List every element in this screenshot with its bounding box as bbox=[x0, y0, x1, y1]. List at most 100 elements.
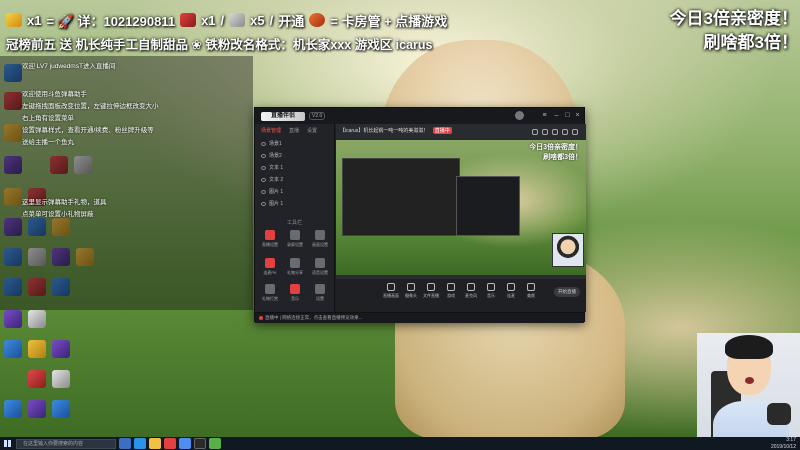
douyu-icon[interactable] bbox=[164, 438, 176, 449]
app-statusbar: 直播中 | 网络连接正常，点击查看直播预览效果... bbox=[255, 312, 584, 323]
scene-label: 文本 2 bbox=[269, 177, 284, 183]
status-dot-icon bbox=[259, 316, 263, 320]
scene-item[interactable]: 图片 1 bbox=[261, 200, 283, 207]
start-button[interactable] bbox=[0, 437, 14, 450]
chat-message: 左键拖拽面板改变位置，左键拉伸边框改变大小 bbox=[22, 103, 159, 110]
gift-count: x5 bbox=[250, 12, 265, 28]
webcam-person-hair bbox=[725, 335, 773, 359]
desktop-icon[interactable] bbox=[28, 370, 46, 388]
scene-item[interactable]: 场景1 bbox=[261, 140, 282, 147]
desktop-icon[interactable] bbox=[4, 400, 22, 418]
stream-app-icon[interactable] bbox=[194, 438, 206, 449]
avatar[interactable] bbox=[515, 111, 524, 120]
btn-file[interactable]: 文件直播 bbox=[422, 283, 440, 299]
banner-text: = 🚀 详：1021290811 bbox=[46, 13, 176, 29]
promo-text: 刷啥都3倍！ bbox=[703, 33, 798, 52]
edge-icon[interactable] bbox=[134, 438, 146, 449]
desktop-icon[interactable] bbox=[28, 310, 46, 328]
live-status-badge: 直播中 bbox=[432, 127, 452, 134]
scene-item[interactable]: 文本 2 bbox=[261, 176, 283, 183]
tool-record-settings[interactable]: 录屏设置 bbox=[282, 230, 308, 248]
desktop-icon[interactable] bbox=[52, 370, 70, 388]
promo-text: 今日3倍亲密度！ bbox=[669, 9, 798, 28]
tool-gift-reward[interactable]: 礼物打赏 bbox=[257, 284, 283, 302]
desktop-icon[interactable] bbox=[4, 310, 22, 328]
scene-item[interactable]: 场景2 bbox=[261, 152, 282, 159]
windows-icon bbox=[3, 440, 11, 447]
stream-assistant-window[interactable]: 直播伴侣 V2.0 ≡ – □ × 场景管理 直播 设置 场景1 场景2 文本 … bbox=[254, 107, 586, 323]
start-live-button[interactable]: 开始直播 bbox=[554, 287, 580, 297]
btn-screen[interactable]: 直播画面 bbox=[382, 283, 400, 299]
eye-icon[interactable] bbox=[261, 141, 266, 146]
maximize-icon[interactable]: □ bbox=[564, 112, 571, 119]
tool-display-settings[interactable]: 画面设置 bbox=[307, 230, 333, 248]
gift-banner: x1 = 🚀 详：1021290811 x1 / x5 / 开通 = 卡房管 +… bbox=[6, 8, 447, 32]
scene-item[interactable]: 文本 1 bbox=[261, 164, 283, 171]
desktop-icon[interactable] bbox=[52, 310, 70, 328]
badge-icon bbox=[309, 13, 326, 27]
btn-music[interactable]: 音乐 bbox=[482, 283, 500, 299]
tool-music[interactable]: 音乐 bbox=[282, 284, 308, 302]
webcam-headset bbox=[767, 403, 791, 425]
tab-live[interactable]: 直播 bbox=[289, 127, 299, 134]
desktop-icon[interactable] bbox=[4, 340, 22, 358]
app-icon[interactable] bbox=[209, 438, 221, 449]
copy-icon[interactable] bbox=[552, 129, 558, 135]
preview-area: 【icarus】机长起锅一吨一吨的美滋滋！ 直播中 今日3倍亲密度！ 刷啥都3倍… bbox=[336, 124, 586, 312]
share-icon bbox=[290, 258, 300, 268]
eye-icon[interactable] bbox=[261, 177, 266, 182]
desktop-icon[interactable] bbox=[28, 340, 46, 358]
danmaku-chat-panel[interactable]: 欢迎 LV7 judwedmsT进入直播间 欢迎使用斗鱼弹幕助手 左键拖拽面板改… bbox=[0, 56, 253, 310]
desktop-icon[interactable] bbox=[4, 370, 22, 388]
clock-date: 2019/10/12 bbox=[770, 443, 796, 450]
btn-mic[interactable]: 麦克风 bbox=[462, 283, 480, 299]
eye-icon[interactable] bbox=[261, 189, 266, 194]
stream-preview[interactable]: 今日3倍亲密度！ 刷啥都3倍！ bbox=[336, 140, 586, 275]
scene-item[interactable]: 图片 1 bbox=[261, 188, 283, 195]
separator: / bbox=[269, 12, 274, 28]
scene-label: 文本 1 bbox=[269, 165, 284, 171]
desktop-icon[interactable] bbox=[52, 400, 70, 418]
tool-gift-share[interactable]: 礼物分享 bbox=[282, 258, 308, 276]
eye-icon[interactable] bbox=[261, 165, 266, 170]
share-icon[interactable] bbox=[532, 129, 538, 135]
clock[interactable]: 3:17 2019/10/12 bbox=[771, 437, 796, 450]
banner-text: = 卡房管 + 点播游戏 bbox=[330, 13, 448, 29]
close-icon[interactable]: × bbox=[574, 112, 581, 119]
source-toolbar: 直播画面 摄像头 文件直播 游戏 麦克风 音乐 连麦 美颜 开始直播 bbox=[336, 279, 586, 312]
app-icon[interactable] bbox=[179, 438, 191, 449]
gift-count: x1 bbox=[201, 12, 216, 28]
app-titlebar[interactable]: 直播伴侣 V2.0 ≡ – □ × bbox=[255, 108, 584, 124]
chat-message: 设置弹幕样式，查看开通/续费、粉丝牌升级等 bbox=[22, 127, 154, 134]
taskbar-search-input[interactable]: 在这里输入你要搜索的内容 bbox=[16, 438, 116, 449]
folder-icon[interactable] bbox=[149, 438, 161, 449]
btn-camera[interactable]: 摄像头 bbox=[402, 283, 420, 299]
nested-capture bbox=[342, 158, 460, 236]
tab-scenes[interactable]: 场景管理 bbox=[261, 127, 281, 134]
chat-message: 右上角有设置菜单 bbox=[22, 115, 74, 122]
btn-link[interactable]: 连麦 bbox=[502, 283, 520, 299]
settings-icon[interactable] bbox=[562, 129, 568, 135]
preview-promo-text: 刷啥都3倍！ bbox=[543, 154, 582, 161]
beauty-icon bbox=[527, 283, 535, 291]
scene-label: 图片 1 bbox=[269, 201, 284, 207]
share-arrow-icon[interactable] bbox=[572, 129, 578, 135]
desktop-icon[interactable] bbox=[52, 340, 70, 358]
btn-beauty[interactable]: 美颜 bbox=[522, 283, 540, 299]
lock-icon[interactable] bbox=[542, 129, 548, 135]
tool-live-settings[interactable]: 直播设置 bbox=[257, 230, 283, 248]
eye-icon[interactable] bbox=[261, 153, 266, 158]
taskview-icon[interactable] bbox=[119, 438, 131, 449]
eye-icon[interactable] bbox=[261, 201, 266, 206]
desktop-icon[interactable] bbox=[28, 400, 46, 418]
menu-icon[interactable]: ≡ bbox=[541, 112, 548, 119]
separator: / bbox=[220, 12, 225, 28]
tool-voice-settings[interactable]: 语音设置 bbox=[307, 258, 333, 276]
minimize-icon[interactable]: – bbox=[553, 112, 560, 119]
tool-settings[interactable]: 设置 bbox=[307, 284, 333, 302]
tab-settings[interactable]: 设置 bbox=[307, 127, 317, 134]
chat-message: 这里显示弹幕助手礼物，道具 bbox=[22, 199, 107, 206]
tool-link-pk[interactable]: 连麦PK bbox=[257, 258, 283, 276]
scene-label: 图片 1 bbox=[269, 189, 284, 195]
btn-game[interactable]: 游戏 bbox=[442, 283, 460, 299]
